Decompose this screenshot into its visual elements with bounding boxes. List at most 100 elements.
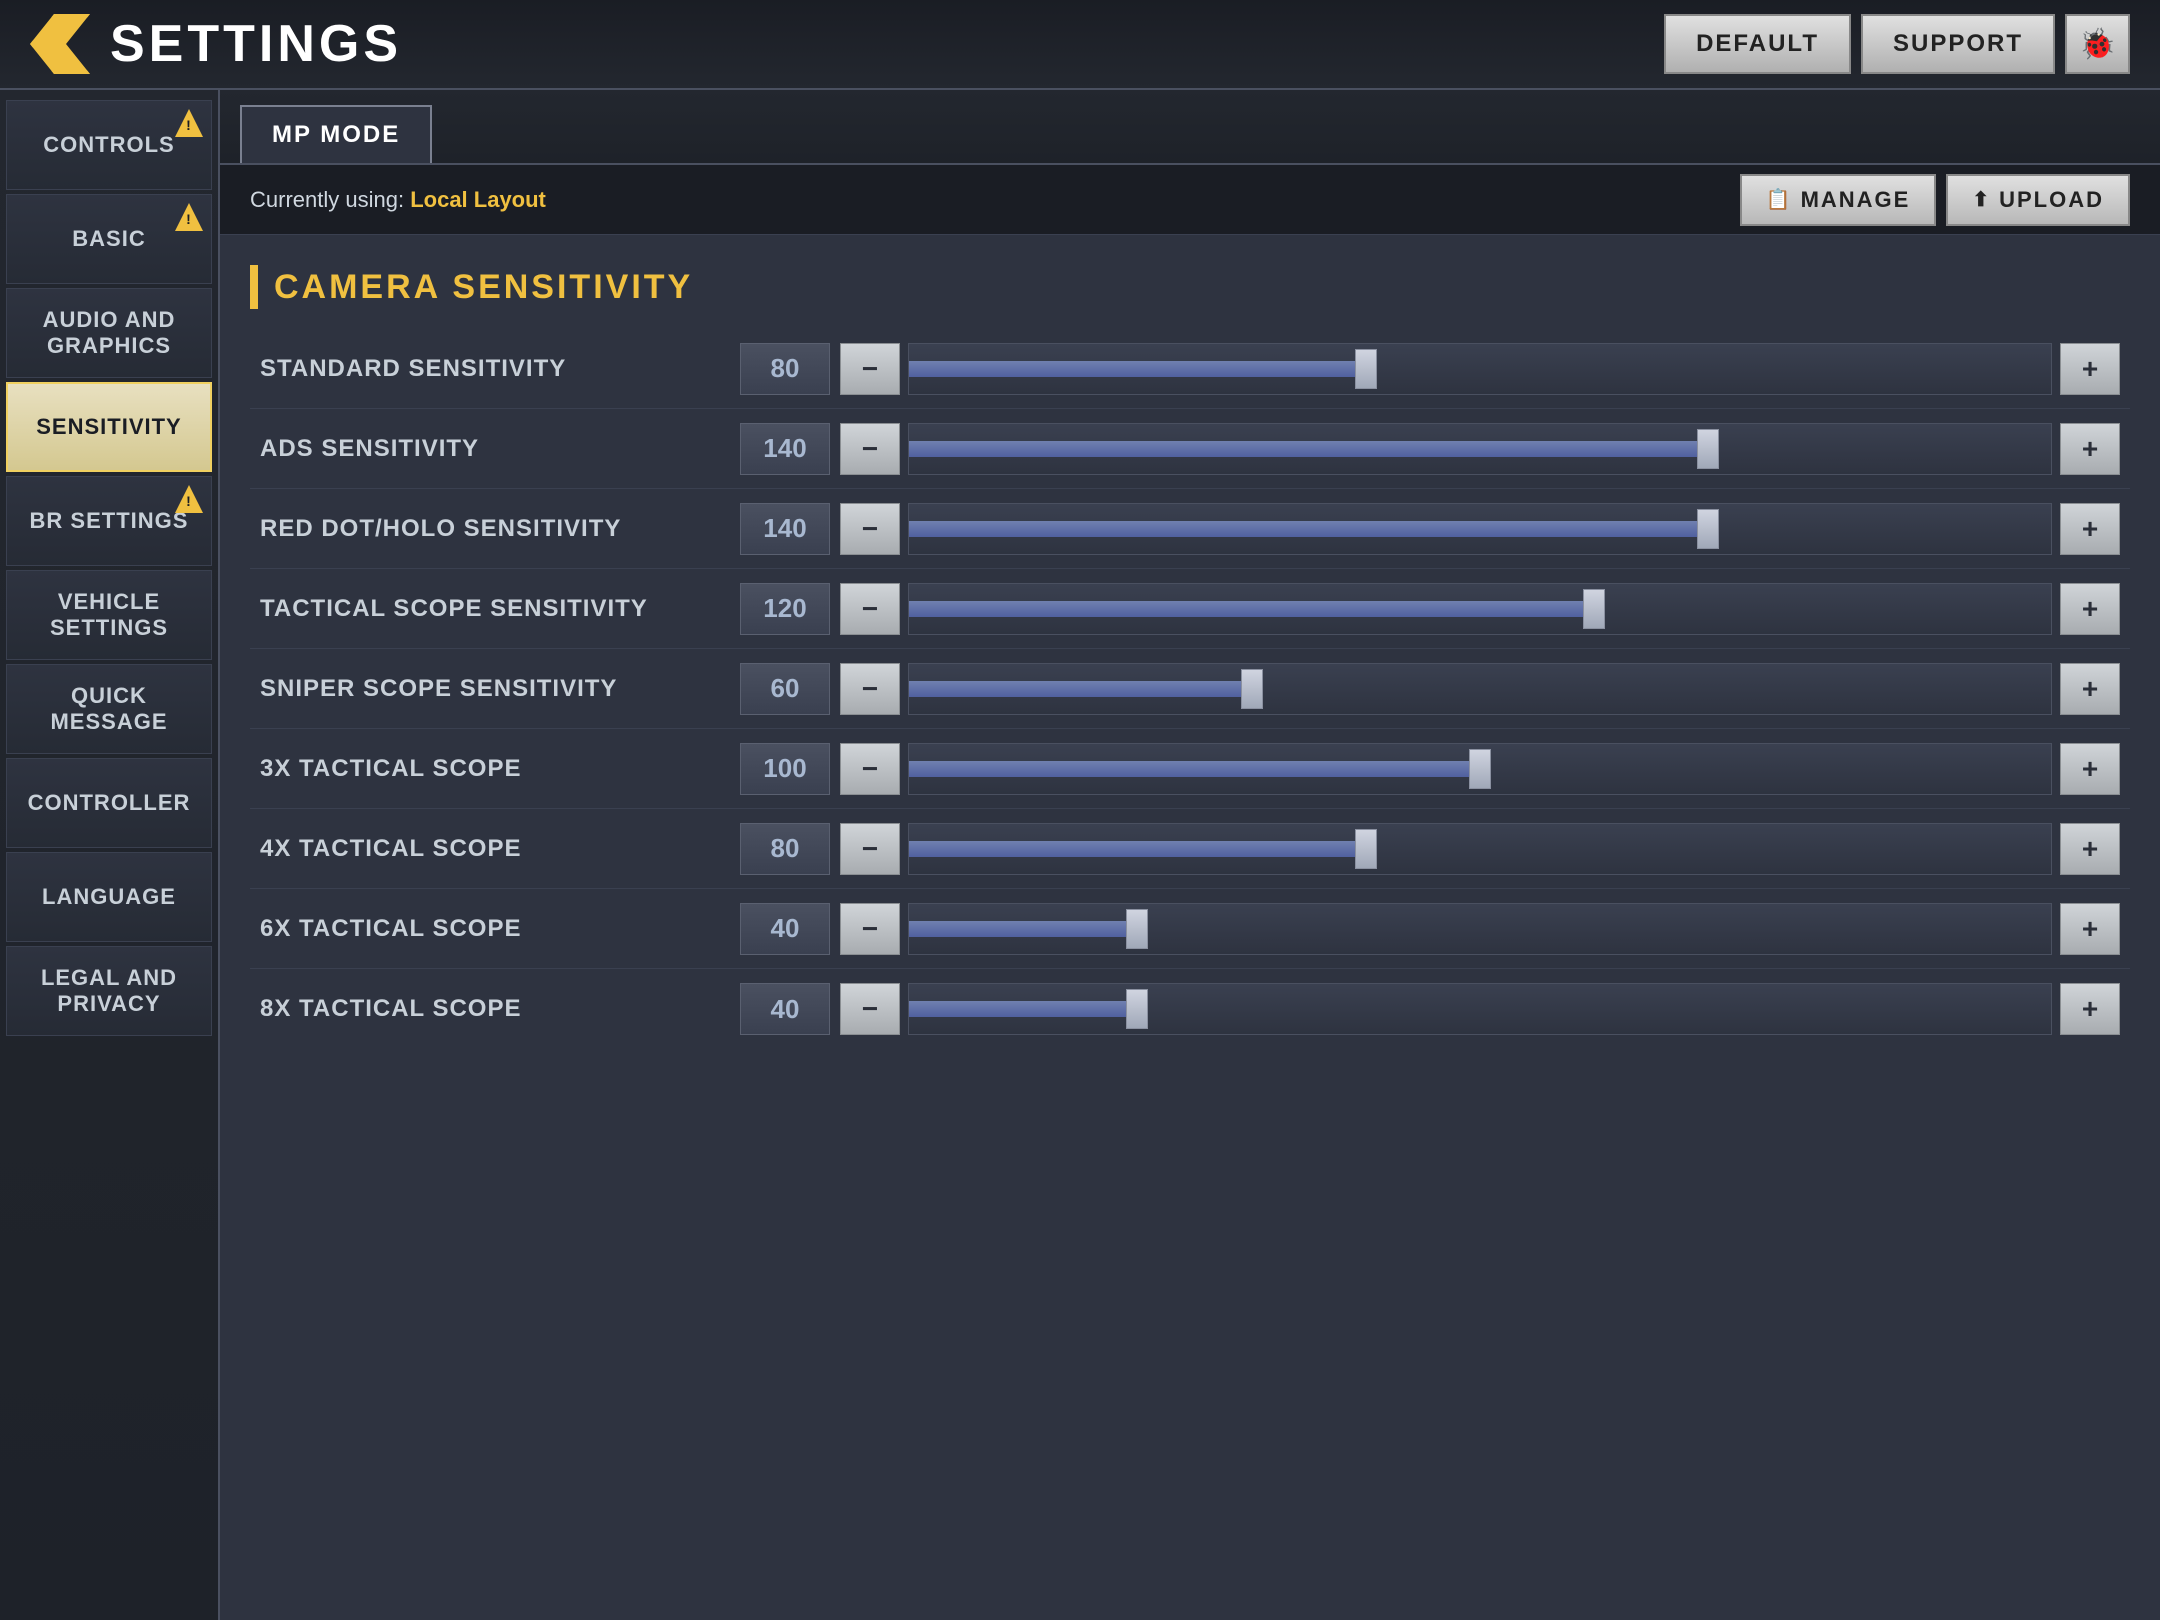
slider-decrease-8x-tactical[interactable]: − bbox=[840, 983, 900, 1035]
slider-decrease-sniper-scope[interactable]: − bbox=[840, 663, 900, 715]
slider-row-standard-sensitivity: STANDARD SENSITIVITY 80 − + bbox=[250, 329, 2130, 409]
sidebar-item-quick-message[interactable]: QUICK MESSAGE bbox=[6, 664, 212, 754]
default-button[interactable]: DEFAULT bbox=[1664, 14, 1851, 74]
bug-button[interactable]: 🐞 bbox=[2065, 14, 2130, 74]
warning-icon bbox=[175, 485, 203, 513]
slider-value-ads-sensitivity: 140 bbox=[740, 423, 830, 475]
slider-track-ads-sensitivity[interactable] bbox=[908, 423, 2052, 475]
slider-increase-3x-tactical[interactable]: + bbox=[2060, 743, 2120, 795]
slider-label-6x-tactical: 6X TACTICAL SCOPE bbox=[260, 915, 740, 943]
slider-track-standard-sensitivity[interactable] bbox=[908, 343, 2052, 395]
sidebar-item-legal-privacy[interactable]: LEGAL AND PRIVACY bbox=[6, 946, 212, 1036]
sidebar-item-controller[interactable]: CONTROLLER bbox=[6, 758, 212, 848]
slider-increase-4x-tactical[interactable]: + bbox=[2060, 823, 2120, 875]
slider-increase-sniper-scope[interactable]: + bbox=[2060, 663, 2120, 715]
upload-button[interactable]: ⬆ UPLOAD bbox=[1946, 174, 2130, 226]
sliders-container: STANDARD SENSITIVITY 80 − + ADS SENSITIV… bbox=[250, 329, 2130, 1049]
slider-label-ads-sensitivity: ADS SENSITIVITY bbox=[260, 435, 740, 463]
slider-row-6x-tactical: 6X TACTICAL SCOPE 40 − + bbox=[250, 889, 2130, 969]
slider-thumb-sniper-scope bbox=[1241, 669, 1263, 709]
layout-bar: Currently using: Local Layout 📋 MANAGE ⬆… bbox=[220, 165, 2160, 235]
mode-tabs: MP MODE bbox=[220, 90, 2160, 165]
slider-decrease-standard-sensitivity[interactable]: − bbox=[840, 343, 900, 395]
slider-decrease-red-dot-holo[interactable]: − bbox=[840, 503, 900, 555]
settings-content: CAMERA SENSITIVITY STANDARD SENSITIVITY … bbox=[220, 235, 2160, 1620]
slider-controls-standard-sensitivity: − + bbox=[840, 343, 2120, 395]
slider-row-8x-tactical: 8X TACTICAL SCOPE 40 − + bbox=[250, 969, 2130, 1049]
sidebar: CONTROLSBASICAUDIO AND GRAPHICSSENSITIVI… bbox=[0, 90, 220, 1620]
slider-value-4x-tactical: 80 bbox=[740, 823, 830, 875]
manage-icon: 📋 bbox=[1766, 187, 1793, 212]
slider-label-3x-tactical: 3x TACTICAL SCOPE bbox=[260, 755, 740, 783]
slider-label-4x-tactical: 4x TACTICAL SCOPE bbox=[260, 835, 740, 863]
sidebar-item-language[interactable]: LANGUAGE bbox=[6, 852, 212, 942]
slider-controls-6x-tactical: − + bbox=[840, 903, 2120, 955]
slider-value-tactical-scope: 120 bbox=[740, 583, 830, 635]
slider-track-8x-tactical[interactable] bbox=[908, 983, 2052, 1035]
slider-label-8x-tactical: 8X TACTICAL SCOPE bbox=[260, 995, 740, 1023]
manage-button[interactable]: 📋 MANAGE bbox=[1740, 174, 1937, 226]
page-title: SETTINGS bbox=[110, 14, 1664, 74]
slider-thumb-ads-sensitivity bbox=[1697, 429, 1719, 469]
warning-icon bbox=[175, 203, 203, 231]
slider-thumb-red-dot-holo bbox=[1697, 509, 1719, 549]
slider-track-4x-tactical[interactable] bbox=[908, 823, 2052, 875]
slider-track-6x-tactical[interactable] bbox=[908, 903, 2052, 955]
section-title: CAMERA SENSITIVITY bbox=[274, 268, 693, 307]
slider-row-sniper-scope: SNIPER SCOPE SENSITIVITY 60 − + bbox=[250, 649, 2130, 729]
section-header: CAMERA SENSITIVITY bbox=[250, 265, 2130, 309]
slider-row-3x-tactical: 3x TACTICAL SCOPE 100 − + bbox=[250, 729, 2130, 809]
layout-buttons: 📋 MANAGE ⬆ UPLOAD bbox=[1740, 174, 2130, 226]
slider-fill-standard-sensitivity bbox=[909, 361, 1366, 377]
slider-controls-sniper-scope: − + bbox=[840, 663, 2120, 715]
slider-value-sniper-scope: 60 bbox=[740, 663, 830, 715]
slider-row-ads-sensitivity: ADS SENSITIVITY 140 − + bbox=[250, 409, 2130, 489]
slider-track-sniper-scope[interactable] bbox=[908, 663, 2052, 715]
slider-fill-3x-tactical bbox=[909, 761, 1480, 777]
slider-increase-8x-tactical[interactable]: + bbox=[2060, 983, 2120, 1035]
slider-increase-red-dot-holo[interactable]: + bbox=[2060, 503, 2120, 555]
sidebar-item-controls[interactable]: CONTROLS bbox=[6, 100, 212, 190]
slider-value-3x-tactical: 100 bbox=[740, 743, 830, 795]
slider-value-standard-sensitivity: 80 bbox=[740, 343, 830, 395]
slider-fill-4x-tactical bbox=[909, 841, 1366, 857]
slider-thumb-8x-tactical bbox=[1126, 989, 1148, 1029]
slider-increase-6x-tactical[interactable]: + bbox=[2060, 903, 2120, 955]
slider-controls-8x-tactical: − + bbox=[840, 983, 2120, 1035]
slider-fill-sniper-scope bbox=[909, 681, 1252, 697]
slider-label-sniper-scope: SNIPER SCOPE SENSITIVITY bbox=[260, 675, 740, 703]
support-button[interactable]: SUPPORT bbox=[1861, 14, 2055, 74]
slider-thumb-standard-sensitivity bbox=[1355, 349, 1377, 389]
slider-decrease-6x-tactical[interactable]: − bbox=[840, 903, 900, 955]
slider-controls-tactical-scope: − + bbox=[840, 583, 2120, 635]
sidebar-item-br-settings[interactable]: BR SETTINGS bbox=[6, 476, 212, 566]
slider-value-red-dot-holo: 140 bbox=[740, 503, 830, 555]
slider-decrease-3x-tactical[interactable]: − bbox=[840, 743, 900, 795]
slider-fill-tactical-scope bbox=[909, 601, 1594, 617]
slider-increase-standard-sensitivity[interactable]: + bbox=[2060, 343, 2120, 395]
slider-row-4x-tactical: 4x TACTICAL SCOPE 80 − + bbox=[250, 809, 2130, 889]
slider-controls-3x-tactical: − + bbox=[840, 743, 2120, 795]
slider-increase-ads-sensitivity[interactable]: + bbox=[2060, 423, 2120, 475]
sidebar-item-vehicle-settings[interactable]: VEHICLE SETTINGS bbox=[6, 570, 212, 660]
tab-mp-mode[interactable]: MP MODE bbox=[240, 105, 432, 163]
slider-decrease-4x-tactical[interactable]: − bbox=[840, 823, 900, 875]
slider-increase-tactical-scope[interactable]: + bbox=[2060, 583, 2120, 635]
slider-controls-ads-sensitivity: − + bbox=[840, 423, 2120, 475]
slider-decrease-tactical-scope[interactable]: − bbox=[840, 583, 900, 635]
back-arrow-icon[interactable] bbox=[30, 14, 90, 74]
layout-label: Currently using: Local Layout bbox=[250, 187, 1740, 213]
slider-track-red-dot-holo[interactable] bbox=[908, 503, 2052, 555]
sidebar-item-audio-graphics[interactable]: AUDIO AND GRAPHICS bbox=[6, 288, 212, 378]
upload-icon: ⬆ bbox=[1972, 187, 1991, 212]
slider-track-tactical-scope[interactable] bbox=[908, 583, 2052, 635]
slider-thumb-6x-tactical bbox=[1126, 909, 1148, 949]
sidebar-item-sensitivity[interactable]: SENSITIVITY bbox=[6, 382, 212, 472]
slider-track-3x-tactical[interactable] bbox=[908, 743, 2052, 795]
slider-row-tactical-scope: TACTICAL SCOPE SENSITIVITY 120 − + bbox=[250, 569, 2130, 649]
slider-controls-4x-tactical: − + bbox=[840, 823, 2120, 875]
slider-fill-red-dot-holo bbox=[909, 521, 1708, 537]
slider-decrease-ads-sensitivity[interactable]: − bbox=[840, 423, 900, 475]
header-buttons: DEFAULT SUPPORT 🐞 bbox=[1664, 14, 2130, 74]
sidebar-item-basic[interactable]: BASIC bbox=[6, 194, 212, 284]
